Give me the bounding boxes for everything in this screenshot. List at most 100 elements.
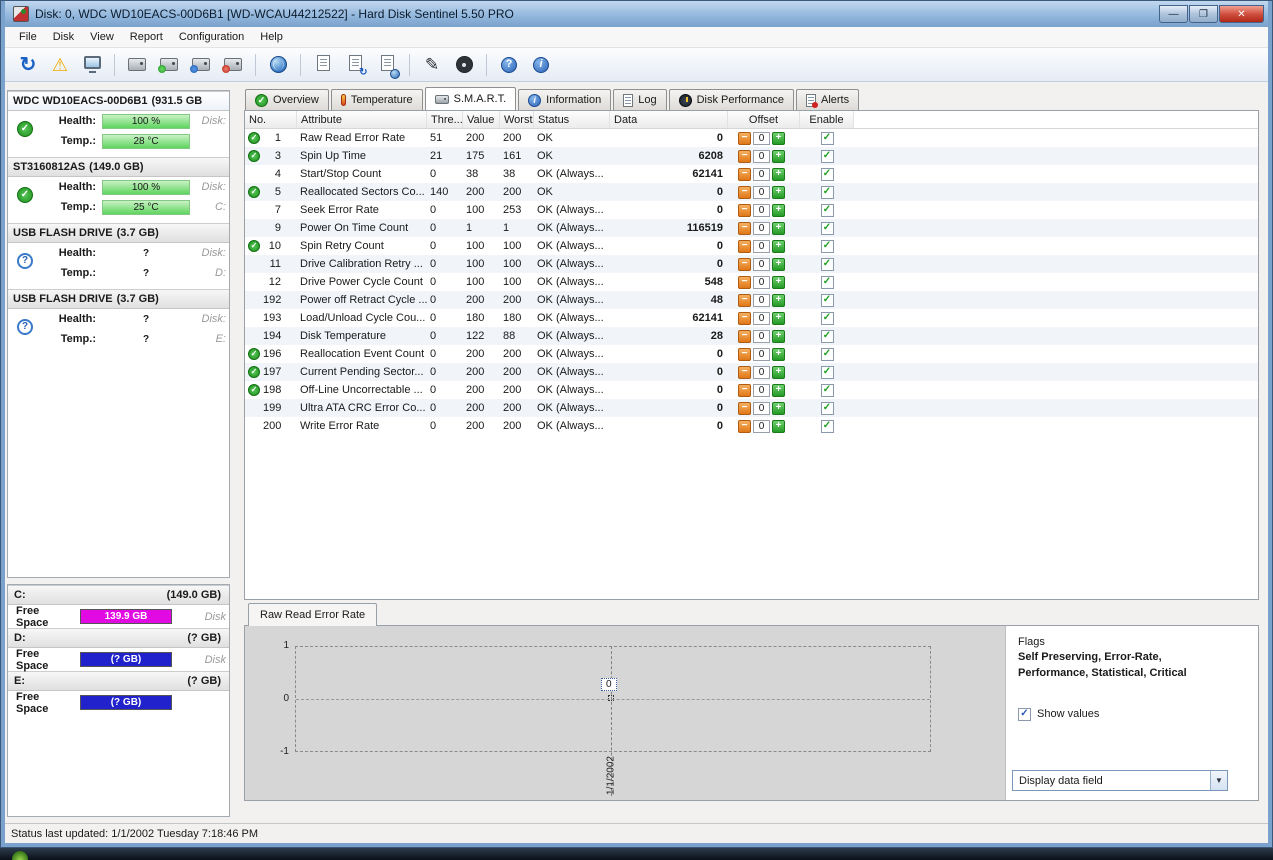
- enable-checkbox[interactable]: ✓: [821, 420, 834, 433]
- disk-entry-header[interactable]: WDC WD10EACS-00D6B1(931.5 GB: [8, 91, 229, 111]
- offset-increase-button[interactable]: +: [772, 384, 785, 397]
- column-header-offset[interactable]: Offset: [728, 111, 800, 128]
- disk-entry-header[interactable]: USB FLASH DRIVE(3.7 GB): [8, 223, 229, 243]
- title-bar[interactable]: Disk: 0, WDC WD10EACS-00D6B1 [WD-WCAU442…: [5, 1, 1268, 27]
- offset-decrease-button[interactable]: −: [738, 348, 751, 361]
- globe-icon[interactable]: [263, 51, 293, 79]
- table-row[interactable]: 12Drive Power Cycle Count0100100OK (Alwa…: [245, 273, 1258, 291]
- table-row[interactable]: 193Load/Unload Cycle Cou...0180180OK (Al…: [245, 309, 1258, 327]
- enable-checkbox[interactable]: ✓: [821, 384, 834, 397]
- offset-decrease-button[interactable]: −: [738, 276, 751, 289]
- offset-increase-button[interactable]: +: [772, 294, 785, 307]
- offset-decrease-button[interactable]: −: [738, 204, 751, 217]
- table-row[interactable]: 11Drive Calibration Retry ...0100100OK (…: [245, 255, 1258, 273]
- column-header-data[interactable]: Data: [610, 111, 728, 128]
- table-row[interactable]: ✓3Spin Up Time21175161OK6208−0+✓: [245, 147, 1258, 165]
- offset-decrease-button[interactable]: −: [738, 222, 751, 235]
- offset-decrease-button[interactable]: −: [738, 150, 751, 163]
- windows-taskbar[interactable]: [0, 848, 1273, 860]
- menu-item-file[interactable]: File: [11, 29, 45, 45]
- offset-value[interactable]: 0: [753, 204, 770, 217]
- display-data-field-dropdown[interactable]: Display data field ▼: [1012, 770, 1228, 791]
- offset-increase-button[interactable]: +: [772, 240, 785, 253]
- partition-header[interactable]: E:(? GB): [8, 671, 229, 691]
- offset-value[interactable]: 0: [753, 258, 770, 271]
- disk-entry[interactable]: WDC WD10EACS-00D6B1(931.5 GB✓Health:100 …: [8, 91, 229, 151]
- table-row[interactable]: ✓1Raw Read Error Rate51200200OK0−0+✓: [245, 129, 1258, 147]
- show-values-checkbox[interactable]: ✓ Show values: [1018, 708, 1246, 721]
- table-row[interactable]: ✓196Reallocation Event Count0200200OK (A…: [245, 345, 1258, 363]
- offset-increase-button[interactable]: +: [772, 348, 785, 361]
- disk-tool-2-icon[interactable]: [154, 51, 184, 79]
- disk-entry[interactable]: USB FLASH DRIVE(3.7 GB)?Health:?Disk:Tem…: [8, 223, 229, 283]
- offset-increase-button[interactable]: +: [772, 420, 785, 433]
- offset-increase-button[interactable]: +: [772, 186, 785, 199]
- enable-checkbox[interactable]: ✓: [821, 168, 834, 181]
- signature-icon[interactable]: ✎: [417, 51, 447, 79]
- offset-value[interactable]: 0: [753, 132, 770, 145]
- info-icon[interactable]: i: [526, 51, 556, 79]
- offset-increase-button[interactable]: +: [772, 204, 785, 217]
- offset-increase-button[interactable]: +: [772, 222, 785, 235]
- tab-information[interactable]: iInformation: [518, 89, 611, 110]
- disk-entry-header[interactable]: USB FLASH DRIVE(3.7 GB): [8, 289, 229, 309]
- help-icon[interactable]: ?: [494, 51, 524, 79]
- maximize-button[interactable]: ❐: [1189, 5, 1218, 23]
- enable-checkbox[interactable]: ✓: [821, 348, 834, 361]
- enable-checkbox[interactable]: ✓: [821, 330, 834, 343]
- report-web-icon[interactable]: [372, 51, 402, 79]
- offset-increase-button[interactable]: +: [772, 168, 785, 181]
- table-row[interactable]: 192Power off Retract Cycle ...0200200OK …: [245, 291, 1258, 309]
- tab-s-m-a-r-t[interactable]: S.M.A.R.T.: [425, 87, 517, 110]
- partition-header[interactable]: C:(149.0 GB): [8, 585, 229, 605]
- disk-entry[interactable]: ST3160812AS(149.0 GB)✓Health:100 %Disk:T…: [8, 157, 229, 217]
- offset-value[interactable]: 0: [753, 168, 770, 181]
- menu-item-report[interactable]: Report: [122, 29, 171, 45]
- column-header-thre[interactable]: Thre...: [427, 111, 463, 128]
- offset-value[interactable]: 0: [753, 384, 770, 397]
- column-header-no[interactable]: No.: [245, 111, 297, 128]
- enable-checkbox[interactable]: ✓: [821, 402, 834, 415]
- offset-increase-button[interactable]: +: [772, 330, 785, 343]
- column-header-status[interactable]: Status: [534, 111, 610, 128]
- close-button[interactable]: ✕: [1219, 5, 1264, 23]
- offset-value[interactable]: 0: [753, 348, 770, 361]
- enable-checkbox[interactable]: ✓: [821, 258, 834, 271]
- offset-increase-button[interactable]: +: [772, 150, 785, 163]
- refresh-icon[interactable]: ↻: [13, 51, 43, 79]
- enable-checkbox[interactable]: ✓: [821, 222, 834, 235]
- tab-disk-performance[interactable]: Disk Performance: [669, 89, 794, 110]
- offset-value[interactable]: 0: [753, 420, 770, 433]
- offset-decrease-button[interactable]: −: [738, 366, 751, 379]
- disc-icon[interactable]: [449, 51, 479, 79]
- offset-value[interactable]: 0: [753, 312, 770, 325]
- offset-decrease-button[interactable]: −: [738, 258, 751, 271]
- offset-decrease-button[interactable]: −: [738, 402, 751, 415]
- table-row[interactable]: 7Seek Error Rate0100253OK (Always...0−0+…: [245, 201, 1258, 219]
- enable-checkbox[interactable]: ✓: [821, 204, 834, 217]
- offset-decrease-button[interactable]: −: [738, 384, 751, 397]
- offset-decrease-button[interactable]: −: [738, 420, 751, 433]
- table-row[interactable]: ✓10Spin Retry Count0100100OK (Always...0…: [245, 237, 1258, 255]
- table-row[interactable]: ✓198Off-Line Uncorrectable ...0200200OK …: [245, 381, 1258, 399]
- table-row[interactable]: 4Start/Stop Count03838OK (Always...62141…: [245, 165, 1258, 183]
- minimize-button[interactable]: —: [1159, 5, 1188, 23]
- enable-checkbox[interactable]: ✓: [821, 132, 834, 145]
- menu-item-view[interactable]: View: [82, 29, 122, 45]
- enable-checkbox[interactable]: ✓: [821, 150, 834, 163]
- offset-increase-button[interactable]: +: [772, 132, 785, 145]
- column-header-enable[interactable]: Enable: [800, 111, 854, 128]
- offset-value[interactable]: 0: [753, 222, 770, 235]
- offset-increase-button[interactable]: +: [772, 258, 785, 271]
- offset-value[interactable]: 0: [753, 240, 770, 253]
- menu-item-disk[interactable]: Disk: [45, 29, 82, 45]
- column-header-attribute[interactable]: Attribute: [297, 111, 427, 128]
- table-row[interactable]: 199Ultra ATA CRC Error Co...0200200OK (A…: [245, 399, 1258, 417]
- offset-value[interactable]: 0: [753, 276, 770, 289]
- enable-checkbox[interactable]: ✓: [821, 366, 834, 379]
- disk-entry-header[interactable]: ST3160812AS(149.0 GB): [8, 157, 229, 177]
- offset-increase-button[interactable]: +: [772, 402, 785, 415]
- enable-checkbox[interactable]: ✓: [821, 240, 834, 253]
- table-row[interactable]: ✓197Current Pending Sector...0200200OK (…: [245, 363, 1258, 381]
- tab-alerts[interactable]: Alerts: [796, 89, 859, 110]
